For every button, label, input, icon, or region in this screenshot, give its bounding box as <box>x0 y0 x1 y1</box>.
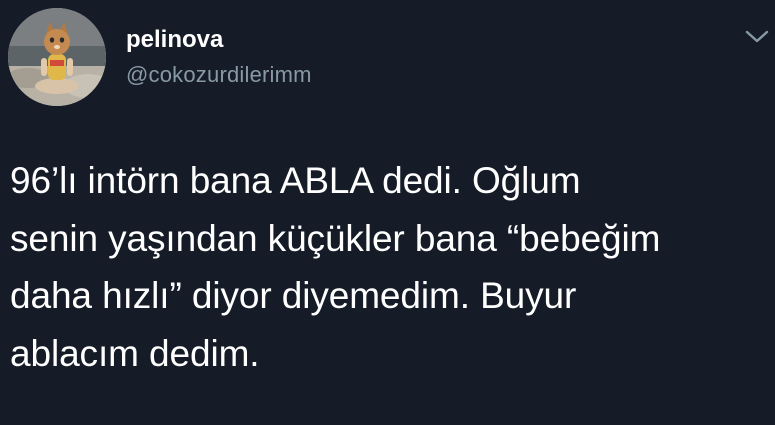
author-display-name[interactable]: pelinova <box>126 26 223 54</box>
tweet-card: pelinova @cokozurdilerimm 96’lı intörn b… <box>0 0 775 425</box>
author-avatar[interactable] <box>8 8 106 106</box>
author-handle[interactable]: @cokozurdilerimm <box>126 62 312 88</box>
chevron-down-icon <box>745 30 769 43</box>
tweet-text: 96’lı intörn bana ABLA dedi. Oğlum senin… <box>10 160 661 374</box>
avatar-photo-icon <box>8 8 106 106</box>
tweet-menu-button[interactable] <box>744 28 770 46</box>
